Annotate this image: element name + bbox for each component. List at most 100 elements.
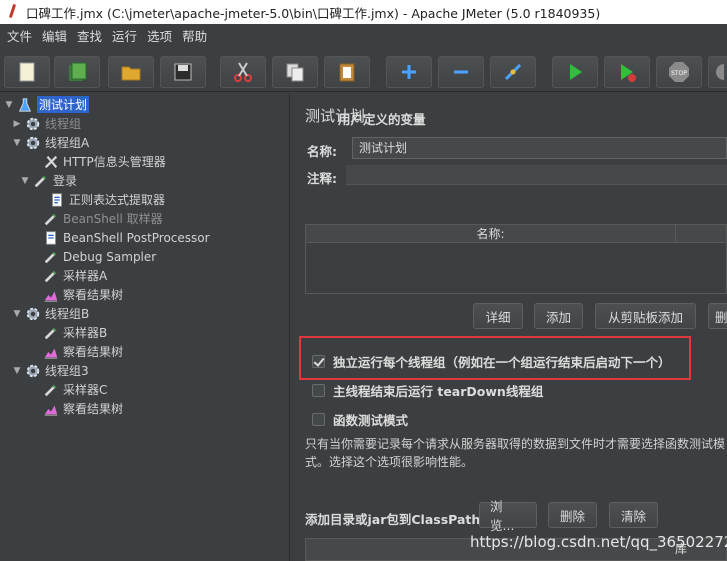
- column-header-name[interactable]: 名称:: [306, 225, 676, 243]
- save-icon: [174, 63, 192, 81]
- open-button[interactable]: [108, 56, 154, 88]
- tree-item[interactable]: 察看结果树: [30, 342, 123, 361]
- tree-item[interactable]: 正则表达式提取器: [36, 190, 165, 209]
- tree-item[interactable]: 采样器C: [30, 380, 107, 399]
- menu-edit[interactable]: 编辑: [37, 24, 72, 50]
- tree-item[interactable]: BeanShell PostProcessor: [30, 228, 210, 247]
- expand-all-button[interactable]: [386, 56, 432, 88]
- expand-toggle-icon[interactable]: ▼: [12, 309, 22, 319]
- tree-item[interactable]: BeanShell 取样器: [30, 209, 163, 228]
- tree-item[interactable]: 采样器B: [30, 323, 107, 342]
- menu-file[interactable]: 文件: [2, 24, 37, 50]
- option-label: 主线程结束后运行 tearDown线程组: [333, 384, 544, 399]
- sampler-icon: [42, 324, 60, 342]
- new-document-icon: [19, 62, 35, 82]
- tree-item[interactable]: HTTP信息头管理器: [30, 152, 166, 171]
- cut-icon: [234, 62, 252, 82]
- menu-help[interactable]: 帮助: [177, 24, 212, 50]
- toggle-button[interactable]: [490, 56, 536, 88]
- tree-item-label: 线程组3: [45, 364, 89, 378]
- expand-toggle-icon[interactable]: ▼: [4, 100, 14, 110]
- expand-toggle-icon[interactable]: ▼: [12, 138, 22, 148]
- tree-item-label: 正则表达式提取器: [69, 193, 166, 207]
- start-no-pauses-button[interactable]: [604, 56, 650, 88]
- tree-item[interactable]: 采样器A: [30, 266, 107, 285]
- collapse-all-button[interactable]: [438, 56, 484, 88]
- toggle-icon: [504, 63, 522, 81]
- listener-icon: [42, 343, 60, 361]
- expand-toggle-icon[interactable]: ▼: [20, 176, 30, 186]
- tree-item-label: 采样器C: [63, 383, 108, 397]
- user-defined-variables-title: 用户定义的变量: [338, 112, 426, 127]
- tree-item[interactable]: ▶ 线程组: [12, 114, 81, 133]
- expand-all-icon: [402, 65, 416, 79]
- listener-icon: [42, 400, 60, 418]
- thread-group-icon: [24, 305, 42, 323]
- checkbox[interactable]: [312, 413, 325, 426]
- thread-group-icon: [24, 362, 42, 380]
- option-label: 函数测试模式: [333, 413, 409, 428]
- new-button[interactable]: [4, 56, 50, 88]
- option-functional-test-mode[interactable]: 函数测试模式: [312, 410, 408, 429]
- jmeter-feather-icon: [6, 4, 20, 20]
- copy-icon: [286, 63, 304, 82]
- window-title-bar: 口碑工作.jmx (C:\jmeter\apache-jmeter-5.0\bi…: [0, 0, 727, 24]
- stop-icon: STOP: [669, 62, 689, 82]
- save-button[interactable]: [160, 56, 206, 88]
- paste-icon: [339, 63, 355, 82]
- delete-button[interactable]: 删: [708, 303, 727, 329]
- tree-item[interactable]: ▼ 线程组3: [12, 361, 89, 380]
- menu-search[interactable]: 查找: [72, 24, 107, 50]
- tree-item-label: 线程组B: [45, 307, 90, 321]
- checkbox[interactable]: [312, 384, 325, 397]
- stop-button[interactable]: STOP: [656, 56, 702, 88]
- thread-group-icon: [24, 115, 42, 133]
- start-button[interactable]: [552, 56, 598, 88]
- paste-button[interactable]: [324, 56, 370, 88]
- menu-run[interactable]: 运行: [107, 24, 142, 50]
- classpath-delete-button[interactable]: 删除: [548, 502, 597, 528]
- cut-button[interactable]: [220, 56, 266, 88]
- tree-item[interactable]: ▼ 线程组A: [12, 133, 90, 152]
- listener-icon: [42, 286, 60, 304]
- test-plan-icon: [16, 96, 34, 114]
- extractor-icon: [48, 191, 66, 209]
- tree-item[interactable]: ▼ 线程组B: [12, 304, 90, 323]
- tree-item[interactable]: ▼ 测试计划: [4, 95, 90, 114]
- tree-item-label: Debug Sampler: [63, 249, 157, 264]
- highlight-annotation-box: [299, 336, 691, 380]
- templates-icon: [69, 62, 87, 81]
- tree-item-label: 察看结果树: [63, 402, 124, 416]
- toolbar: STOP: [0, 50, 727, 92]
- add-from-clipboard-button[interactable]: 从剪贴板添加: [595, 303, 696, 329]
- open-folder-icon: [121, 66, 141, 81]
- templates-button[interactable]: [54, 56, 100, 88]
- tree-item[interactable]: Debug Sampler: [30, 247, 156, 266]
- menu-options[interactable]: 选项: [142, 24, 177, 50]
- start-no-pauses-icon: [621, 64, 636, 82]
- collapse-toggle-icon[interactable]: ▶: [12, 119, 22, 129]
- tree-item[interactable]: ▼ 登录: [20, 171, 77, 190]
- option-run-teardown-after-shutdown[interactable]: 主线程结束后运行 tearDown线程组: [312, 381, 543, 400]
- shutdown-button[interactable]: [708, 56, 727, 88]
- classpath-label: 添加目录或jar包到ClassPath: [305, 512, 481, 527]
- comment-input[interactable]: [346, 165, 727, 185]
- user-defined-variables-table[interactable]: 名称:: [305, 224, 727, 294]
- tree-item[interactable]: 察看结果树: [30, 285, 123, 304]
- clear-button[interactable]: 清除: [609, 502, 658, 528]
- tree-item-label: HTTP信息头管理器: [63, 155, 166, 169]
- detail-button[interactable]: 详细: [473, 303, 523, 329]
- browse-button[interactable]: 浏览...: [479, 499, 537, 533]
- menu-bar: 文件 编辑 查找 运行 选项 帮助: [0, 24, 727, 50]
- sampler-icon: [42, 267, 60, 285]
- name-input[interactable]: 测试计划: [352, 137, 727, 159]
- tree-item-label: 线程组: [45, 117, 82, 131]
- expand-toggle-icon[interactable]: ▼: [12, 366, 22, 376]
- add-button[interactable]: 添加: [534, 303, 583, 329]
- watermark: https://blog.csdn.net/qq_36502272: [470, 533, 727, 551]
- test-plan-tree: ▼ 测试计划 ▶ 线程组 ▼ 线程组A HTTP信息头管理器 ▼ 登录正则表达式提取器 BeanS…: [0, 93, 290, 561]
- tree-item[interactable]: 察看结果树: [30, 399, 123, 418]
- tree-item-label: 登录: [53, 174, 78, 188]
- copy-button[interactable]: [272, 56, 318, 88]
- tree-item-label: 线程组A: [45, 136, 90, 150]
